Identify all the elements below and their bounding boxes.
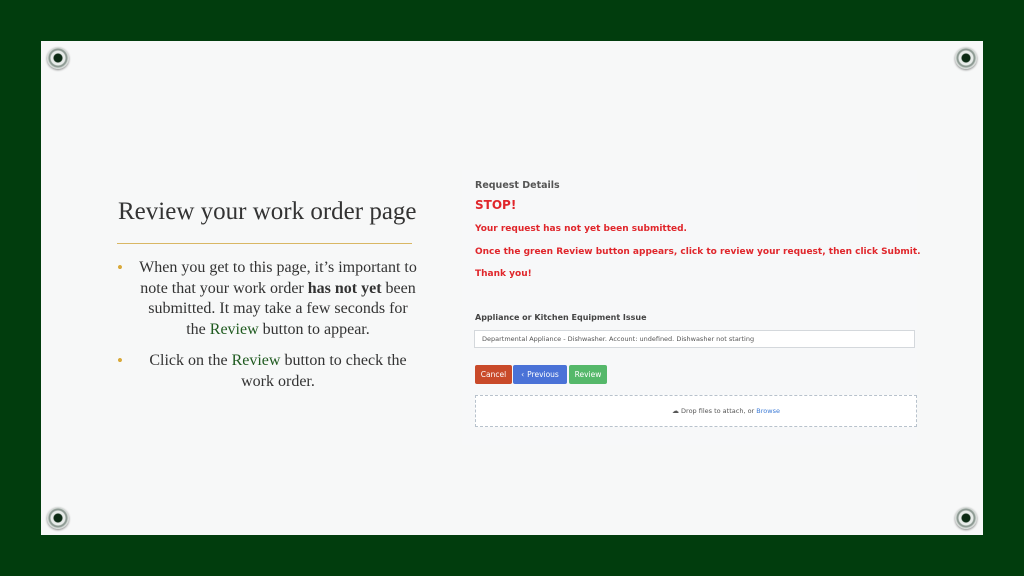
bullet-review-word: Review	[231, 352, 281, 369]
dropzone-text: Drop files to attach, or	[681, 407, 757, 415]
bullet-item: When you get to this page, it’s importan…	[117, 258, 417, 340]
request-details-heading: Request Details	[475, 180, 560, 191]
screw-icon	[47, 507, 69, 529]
title-divider	[117, 243, 412, 244]
screw-icon	[955, 507, 977, 529]
review-instruction-message: Once the green Review button appears, cl…	[475, 247, 921, 257]
bullet-review-word: Review	[209, 320, 259, 338]
bullet-text: button to appear.	[258, 320, 370, 338]
cancel-button[interactable]: Cancel	[475, 365, 512, 384]
screw-icon	[955, 47, 977, 69]
request-screenshot-panel: Request Details STOP! Your request has n…	[462, 170, 921, 445]
upload-cloud-icon: ☁	[672, 407, 680, 415]
previous-button-label: Previous	[527, 370, 559, 379]
bullet-item: Click on the Review button to check the …	[117, 351, 417, 392]
issue-label: Appliance or Kitchen Equipment Issue	[475, 313, 647, 322]
browse-link[interactable]: Browse	[756, 407, 780, 415]
issue-field[interactable]: Departmental Appliance - Dishwasher. Acc…	[474, 330, 915, 348]
screw-icon	[47, 47, 69, 69]
chevron-left-icon: ‹	[521, 370, 525, 379]
bullet-list: When you get to this page, it’s importan…	[117, 258, 417, 403]
previous-button[interactable]: ‹ Previous	[513, 365, 567, 384]
bullet-text: Click on the	[149, 352, 232, 369]
slide-title: Review your work order page	[118, 198, 417, 225]
stop-warning: STOP!	[475, 198, 517, 212]
bullet-bold-text: has not yet	[307, 279, 382, 297]
review-button[interactable]: Review	[569, 365, 607, 384]
thank-you-message: Thank you!	[475, 269, 532, 279]
not-submitted-message: Your request has not yet been submitted.	[475, 224, 687, 234]
file-dropzone[interactable]: ☁ Drop files to attach, or Browse	[475, 395, 917, 427]
